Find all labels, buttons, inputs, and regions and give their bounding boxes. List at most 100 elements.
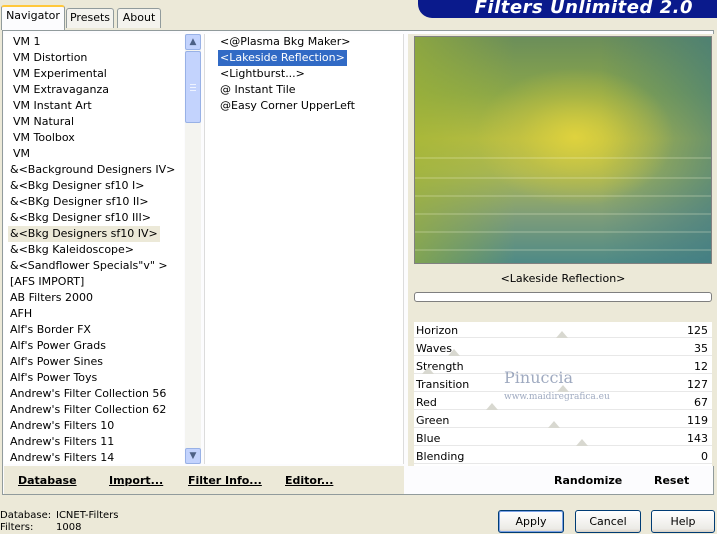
category-item[interactable]: Andrew's Filters 11 (8, 434, 116, 450)
param-row-green[interactable]: Green 119 (414, 412, 712, 430)
tab-about[interactable]: About (117, 8, 161, 28)
param-value: 125 (687, 324, 708, 337)
param-value: 127 (687, 378, 708, 391)
category-item[interactable]: AFH (8, 306, 34, 322)
category-item[interactable]: VM 1 (11, 34, 43, 50)
filter-info-button[interactable]: Filter Info... (188, 474, 262, 487)
param-slider-track[interactable] (414, 427, 712, 428)
category-item[interactable]: AB Filters 2000 (8, 290, 95, 306)
footer-filters-row: Filters: 1008 (0, 522, 119, 534)
reset-button[interactable]: Reset (654, 474, 689, 487)
footer-filters-value: 1008 (56, 522, 82, 533)
param-row-blending[interactable]: Blending 0 (414, 448, 712, 466)
category-item[interactable]: Andrew's Filter Collection 62 (8, 402, 168, 418)
category-item[interactable]: Andrew's Filter Collection 56 (8, 386, 168, 402)
category-item[interactable]: Alf's Power Grads (8, 338, 108, 354)
category-item[interactable]: [AFS IMPORT] (8, 274, 86, 290)
category-item[interactable]: &<Bkg Kaleidoscope> (8, 242, 136, 258)
chevron-up-icon: ▲ (189, 37, 197, 47)
filter-item-selected[interactable]: <Lakeside Reflection> (218, 50, 347, 66)
param-label: Horizon (416, 324, 459, 337)
param-value: 119 (687, 414, 708, 427)
category-item[interactable]: Andrew's Filters 10 (8, 418, 116, 434)
tab-navigator[interactable]: Navigator (1, 5, 65, 30)
chevron-down-icon: ▼ (189, 451, 197, 461)
category-item[interactable]: VM Instant Art (11, 98, 94, 114)
scroll-thumb[interactable] (185, 51, 201, 123)
preview-wave (415, 213, 711, 215)
param-slider-thumb[interactable] (486, 403, 498, 410)
param-value: 0 (701, 450, 708, 463)
watermark-url: www.maidiregrafica.eu (504, 392, 610, 402)
category-scrollbar[interactable]: ▲ ▼ (185, 34, 201, 464)
footer-info: Database: ICNET-Filters Filters: 1008 (0, 510, 119, 534)
category-item[interactable]: &<Bkg Designer sf10 I> (8, 178, 147, 194)
param-slider-track[interactable] (414, 409, 712, 410)
param-row-horizon[interactable]: Horizon 125 (414, 322, 712, 340)
param-value: 143 (687, 432, 708, 445)
filter-item[interactable]: @Easy Corner UpperLeft (218, 98, 357, 114)
param-slider-thumb[interactable] (548, 421, 560, 428)
filter-item[interactable]: @ Instant Tile (218, 82, 298, 98)
randomize-button[interactable]: Randomize (554, 474, 622, 487)
category-item[interactable]: &<Sandflower Specials"v" > (8, 258, 170, 274)
param-label: Red (416, 396, 437, 409)
param-slider-thumb[interactable] (556, 331, 568, 338)
preview-wave (415, 249, 711, 251)
parameter-list: Horizon 125 Waves 35 Strength 12 Transit… (414, 322, 712, 466)
param-value: 12 (694, 360, 708, 373)
param-value: 35 (694, 342, 708, 355)
filter-item[interactable]: <@Plasma Bkg Maker> (218, 34, 352, 50)
preview-wave (415, 231, 711, 233)
category-item[interactable]: VM Natural (11, 114, 76, 130)
app-title: Filters Unlimited 2.0 (474, 0, 693, 18)
category-item-selected[interactable]: &<Bkg Designers sf10 IV> (8, 226, 160, 242)
scroll-up-button[interactable]: ▲ (185, 34, 201, 50)
param-label: Blue (416, 432, 441, 445)
watermark-name: Pinuccia (504, 368, 574, 387)
param-slider-thumb[interactable] (576, 439, 588, 446)
footer-database-row: Database: ICNET-Filters (0, 510, 119, 522)
param-value: 67 (694, 396, 708, 409)
preview-glow (475, 67, 675, 207)
param-slider-thumb[interactable] (448, 349, 460, 356)
param-row-blue[interactable]: Blue 143 (414, 430, 712, 448)
help-button[interactable]: Help (651, 510, 715, 533)
editor-button[interactable]: Editor... (285, 474, 333, 487)
filter-item[interactable]: <Lightburst...> (218, 66, 307, 82)
footer-filters-label: Filters: (0, 522, 34, 533)
apply-button[interactable]: Apply (498, 510, 564, 533)
param-slider-track[interactable] (414, 463, 712, 464)
import-button[interactable]: Import... (109, 474, 163, 487)
preview-panel: <Lakeside Reflection> Horizon 125 Waves … (408, 34, 714, 487)
category-item[interactable]: Alf's Power Toys (8, 370, 99, 386)
param-row-waves[interactable]: Waves 35 (414, 340, 712, 358)
navigator-toolbar: Database Import... Filter Info... Editor… (4, 466, 404, 494)
filter-list[interactable]: <@Plasma Bkg Maker> <Lakeside Reflection… (204, 34, 404, 464)
category-item[interactable]: Alf's Power Sines (8, 354, 105, 370)
tab-presets[interactable]: Presets (66, 8, 114, 28)
preview-wave (415, 177, 711, 179)
param-slider-thumb[interactable] (422, 367, 434, 374)
progress-bar (414, 292, 712, 302)
param-label: Green (416, 414, 450, 427)
category-item[interactable]: VM Distortion (11, 50, 89, 66)
category-item[interactable]: &<Bkg Designer sf10 III> (8, 210, 153, 226)
category-item[interactable]: &<BKg Designer sf10 II> (8, 194, 151, 210)
category-item[interactable]: Alf's Border FX (8, 322, 93, 338)
category-item[interactable]: &<Background Designers IV> (8, 162, 177, 178)
cancel-button[interactable]: Cancel (575, 510, 641, 533)
current-filter-title: <Lakeside Reflection> (500, 272, 626, 285)
category-item[interactable]: VM Toolbox (11, 130, 77, 146)
param-label: Blending (416, 450, 465, 463)
param-label: Transition (416, 378, 470, 391)
database-button[interactable]: Database (18, 474, 77, 487)
category-item[interactable]: VM (11, 146, 32, 162)
category-item[interactable]: VM Experimental (11, 66, 109, 82)
preview-wave (415, 195, 711, 197)
category-list[interactable]: VM 1 VM Distortion VM Experimental VM Ex… (4, 34, 184, 464)
scroll-down-button[interactable]: ▼ (185, 448, 201, 464)
category-item[interactable]: Andrew's Filters 14 (8, 450, 116, 464)
param-slider-track[interactable] (414, 445, 712, 446)
category-item[interactable]: VM Extravaganza (11, 82, 111, 98)
